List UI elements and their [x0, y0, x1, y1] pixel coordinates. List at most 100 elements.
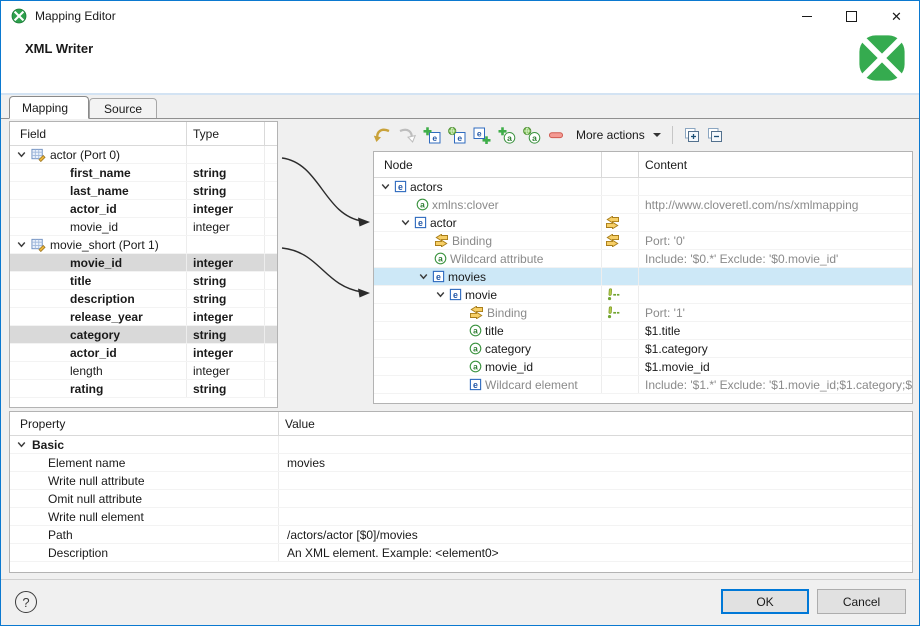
add-wildcard-element-icon[interactable] [448, 127, 466, 144]
tab-source[interactable]: Source [89, 98, 157, 118]
insert-element-icon[interactable] [473, 127, 491, 144]
more-actions-button[interactable]: More actions [576, 128, 661, 142]
element-icon [414, 216, 427, 229]
field-row[interactable]: last_name string [10, 182, 277, 200]
field-name: first_name [70, 166, 131, 180]
chevron-down-icon[interactable] [418, 271, 429, 282]
field-row[interactable]: actor_id integer [10, 200, 277, 218]
field-group-row[interactable]: actor (Port 0) [10, 146, 277, 164]
chevron-down-icon[interactable] [16, 439, 27, 450]
value-column-header[interactable]: Value [279, 412, 912, 435]
property-row[interactable]: Write null element [10, 508, 912, 526]
cancel-button[interactable]: Cancel [817, 589, 906, 614]
property-value[interactable]: /actors/actor [$0]/movies [279, 526, 912, 543]
ok-button[interactable]: OK [721, 589, 809, 614]
field-row[interactable]: description string [10, 290, 277, 308]
field-column-header[interactable]: Field [10, 122, 187, 145]
window-minimize-button[interactable] [784, 1, 829, 31]
chevron-down-icon[interactable] [400, 217, 411, 228]
tree-row[interactable]: Binding Port: '0' [374, 232, 912, 250]
chevron-down-icon[interactable] [380, 181, 391, 192]
property-value[interactable] [279, 490, 912, 507]
window-close-button[interactable]: ✕ [874, 1, 919, 31]
field-row[interactable]: actor_id integer [10, 344, 277, 362]
maximize-icon [846, 11, 857, 22]
node-content: Include: '$1.*' Exclude: '$1.movie_id;$1… [645, 378, 912, 392]
property-row[interactable]: Path /actors/actor [$0]/movies [10, 526, 912, 544]
node-content: Port: '1' [645, 306, 685, 320]
node-label: title [485, 324, 504, 338]
tree-row[interactable]: Binding Port: '1' [374, 304, 912, 322]
node-content: Port: '0' [645, 234, 685, 248]
field-row[interactable]: first_name string [10, 164, 277, 182]
field-row[interactable]: movie_id integer [10, 218, 277, 236]
minimize-icon [802, 16, 812, 17]
tree-row[interactable]: actor [374, 214, 912, 232]
tree-row[interactable]: xmlns:clover http://www.cloveretl.com/ns… [374, 196, 912, 214]
type-column-header[interactable]: Type [187, 122, 265, 145]
property-value[interactable]: An XML element. Example: <element0> [279, 544, 912, 561]
field-group-row[interactable]: movie_short (Port 1) [10, 236, 277, 254]
collapse-all-icon[interactable] [707, 127, 723, 143]
chevron-down-icon[interactable] [435, 289, 446, 300]
property-row[interactable]: Omit null attribute [10, 490, 912, 508]
add-attribute-icon[interactable] [498, 127, 516, 144]
property-group-row[interactable]: Basic [10, 436, 912, 454]
chevron-down-icon[interactable] [16, 239, 27, 250]
window-maximize-button[interactable] [829, 1, 874, 31]
property-value[interactable] [279, 508, 912, 525]
property-label: Write null attribute [48, 474, 145, 488]
add-wildcard-attribute-icon[interactable] [523, 127, 541, 144]
add-child-element-icon[interactable] [423, 127, 441, 144]
tree-row[interactable]: movie [374, 286, 912, 304]
tree-row[interactable]: title $1.title [374, 322, 912, 340]
more-actions-caret-icon [653, 133, 661, 137]
tab-mapping[interactable]: Mapping [9, 96, 89, 119]
field-row-selected[interactable]: category string [10, 326, 277, 344]
field-name: length [70, 364, 103, 378]
field-row[interactable]: rating string [10, 380, 277, 398]
tree-row[interactable]: actors [374, 178, 912, 196]
mapping-arrows [278, 119, 373, 409]
element-icon [432, 270, 445, 283]
help-button[interactable]: ? [15, 591, 37, 613]
record-edit-icon [31, 237, 46, 252]
property-value[interactable] [279, 472, 912, 489]
property-value[interactable]: movies [279, 454, 912, 471]
content-column-header[interactable]: Content [639, 152, 912, 177]
field-row[interactable]: title string [10, 272, 277, 290]
attribute-icon [469, 342, 482, 355]
node-label: xmlns:clover [432, 198, 499, 212]
tree-row[interactable]: Wildcard element Include: '$1.*' Exclude… [374, 376, 912, 394]
expand-all-icon[interactable] [684, 127, 700, 143]
node-column-header[interactable]: Node [374, 152, 602, 177]
field-row[interactable]: length integer [10, 362, 277, 380]
field-name: rating [70, 382, 103, 396]
field-row-selected[interactable]: movie_id integer [10, 254, 277, 272]
property-label: Path [48, 528, 73, 542]
property-row[interactable]: Write null attribute [10, 472, 912, 490]
field-name: last_name [70, 184, 129, 198]
property-row[interactable]: Element name movies [10, 454, 912, 472]
redo-icon[interactable] [398, 127, 416, 143]
attribute-icon [416, 198, 429, 211]
property-label: Write null element [48, 510, 144, 524]
field-row[interactable]: release_year integer [10, 308, 277, 326]
node-label: Wildcard element [485, 378, 578, 392]
remove-icon[interactable] [548, 127, 564, 143]
node-label: actor [430, 216, 457, 230]
chevron-down-icon[interactable] [16, 149, 27, 160]
undo-icon[interactable] [373, 127, 391, 143]
tree-row[interactable]: category $1.category [374, 340, 912, 358]
tree-row[interactable]: movie_id $1.movie_id [374, 358, 912, 376]
field-name: category [70, 328, 120, 342]
field-name: movie_id [70, 220, 118, 234]
field-type: integer [193, 310, 233, 324]
node-tree-header: Node Content [374, 152, 912, 178]
tree-row[interactable]: Wildcard attribute Include: '$0.*' Exclu… [374, 250, 912, 268]
property-column-header[interactable]: Property [10, 412, 279, 435]
property-row[interactable]: Description An XML element. Example: <el… [10, 544, 912, 562]
field-type: string [193, 292, 226, 306]
element-icon [394, 180, 407, 193]
tree-row-selected[interactable]: movies [374, 268, 912, 286]
